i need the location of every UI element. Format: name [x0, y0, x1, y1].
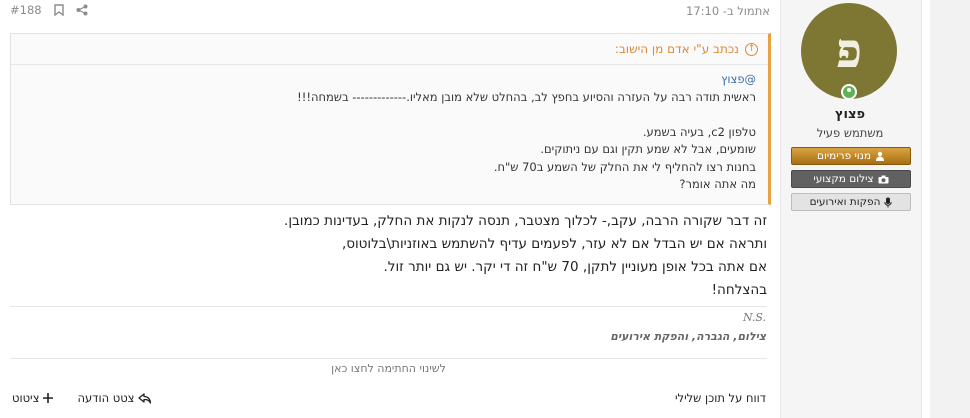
- page-gutter: [930, 0, 970, 418]
- quote-message-button[interactable]: צטט הודעה: [77, 391, 152, 405]
- content-line: בהצלחה!: [711, 282, 767, 298]
- user-mention[interactable]: @פצוץ: [21, 71, 756, 89]
- quote-header[interactable]: ↑ נכתב ע"י אדם מן הישוב:: [11, 34, 768, 65]
- report-link[interactable]: דווח על תוכן שלילי: [675, 391, 766, 405]
- post-actions: #188: [10, 3, 88, 17]
- online-status-icon: [841, 84, 857, 100]
- quote-line: בחנות רצו להחליף לי את החלק של השמע ב70 …: [493, 159, 756, 174]
- edit-signature-link[interactable]: לשינוי החתימה לחצו כאן: [10, 358, 767, 375]
- user-sidebar: פ פצוץ משתמש פעיל מנוי פרימיום צילום מקצ…: [780, 0, 922, 418]
- post: #188 אתמול ב- 17:10 ↑ נכתב ע"י אדם מן הי…: [0, 0, 778, 418]
- badge-label: הפקות ואירועים: [809, 196, 881, 208]
- camera-icon: [878, 175, 889, 183]
- reply-arrow-icon: [138, 392, 152, 404]
- post-number[interactable]: #188: [10, 3, 42, 17]
- microphone-icon: [884, 197, 893, 207]
- post-footer-actions: צטט הודעה ציטוט: [12, 391, 152, 405]
- arrow-up-circle-icon[interactable]: ↑: [745, 42, 758, 56]
- quote-line: שומעים, אבל לא שמע תקין וגם עם ניתוקים.: [540, 142, 756, 156]
- content-line: אם אתה בכל אופן מעוניין לתקן, 70 ש"ח זה …: [383, 259, 767, 275]
- share-icon[interactable]: [76, 4, 88, 16]
- content-line: ותראה אם יש הבדל אם לא עזר, לפעמים עדיף …: [341, 236, 767, 252]
- quote-spacer: [21, 106, 756, 124]
- quote-block: ↑ נכתב ע"י אדם מן הישוב: @פצוץ ראשית תוד…: [10, 33, 771, 205]
- quote-author-label: נכתב ע"י אדם מן הישוב:: [614, 42, 739, 56]
- post-content: זה דבר שקורה הרבה, עקב,- לכלוך מצטבר, תנ…: [10, 210, 767, 302]
- quote-label: ציטוט: [12, 391, 40, 405]
- bookmark-icon[interactable]: [53, 4, 64, 16]
- quote-line: טלפון c2, בעיה בשמע.: [642, 124, 756, 139]
- plus-icon: [43, 393, 54, 403]
- post-timestamp[interactable]: אתמול ב- 17:10: [686, 4, 770, 18]
- signature-line: N.S.: [742, 311, 766, 324]
- quote-body: @פצוץ ראשית תודה רבה על העזרה והסיוע בחפ…: [11, 65, 768, 194]
- badge-label: צילום מקצועי: [813, 173, 874, 185]
- content-line: זה דבר שקורה הרבה, עקב,- לכלוך מצטבר, תנ…: [284, 213, 767, 229]
- quote-line: מה אתה אומר?: [679, 177, 756, 191]
- badge-photography: צילום מקצועי: [791, 170, 911, 188]
- quote-button[interactable]: ציטוט: [12, 391, 54, 405]
- quote-line: ראשית תודה רבה על העזרה והסיוע בחפץ לב, …: [297, 89, 756, 104]
- username[interactable]: פצוץ: [781, 107, 919, 122]
- signature-divider: [10, 306, 767, 307]
- badge-events: הפקות ואירועים: [791, 193, 911, 211]
- user-title: משתמש פעיל: [816, 126, 884, 140]
- badge-premium: מנוי פרימיום: [791, 147, 911, 165]
- signature-line: צילום, הגברה, והפקת אירועים: [610, 330, 766, 343]
- badge-label: מנוי פרימיום: [816, 150, 872, 162]
- quote-message-label: צטט הודעה: [77, 391, 135, 405]
- user-icon: [876, 151, 885, 161]
